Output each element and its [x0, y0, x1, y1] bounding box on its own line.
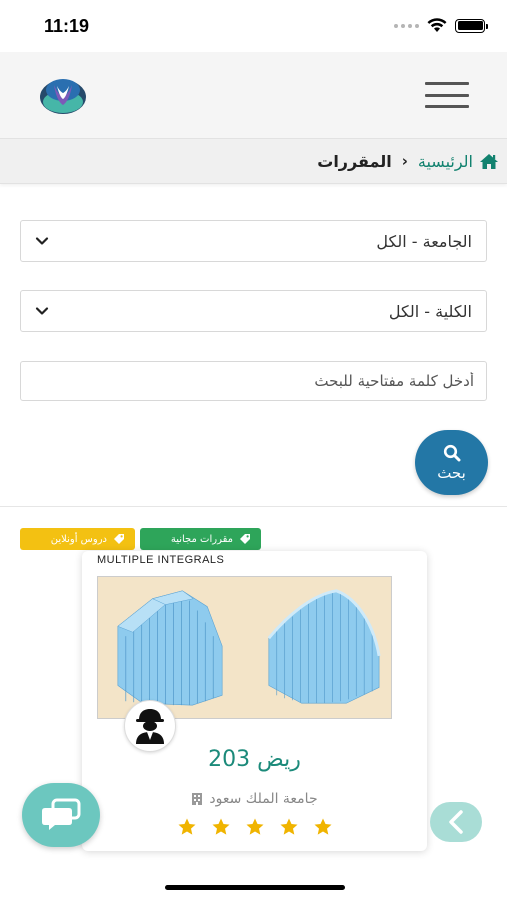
wifi-icon — [427, 18, 447, 32]
app-header — [0, 52, 507, 138]
course-image-caption: MULTIPLE INTEGRALS — [97, 554, 225, 566]
tag-icon — [114, 534, 124, 544]
breadcrumb-home[interactable]: الرئيسية — [418, 152, 499, 171]
star-icon — [178, 818, 195, 835]
chat-button[interactable] — [22, 783, 100, 847]
free-courses-tag-label: مقررات مجانية — [170, 533, 233, 545]
search-button[interactable]: بحث — [415, 430, 488, 495]
signal-icon — [394, 23, 419, 28]
carousel-prev-button[interactable] — [430, 802, 482, 842]
screen: 11:19 الرئيسية ‹ المقررات الجامعة - الكل… — [0, 0, 507, 900]
instructor-icon — [136, 709, 164, 744]
keyword-search-input[interactable] — [20, 361, 487, 401]
course-rating — [82, 817, 427, 837]
home-icon — [480, 153, 498, 169]
college-select[interactable]: الكلية - الكل — [20, 290, 487, 332]
university-select-value: الجامعة - الكل — [376, 231, 472, 251]
status-bar: 11:19 — [0, 0, 507, 52]
course-card[interactable]: MULTIPLE INTEGRALS ريض 203 جامعة الملك س… — [82, 551, 427, 851]
college-select-value: الكلية - الكل — [388, 301, 472, 321]
online-lessons-tag-label: دروس أونلاين — [50, 533, 107, 545]
home-indicator[interactable] — [165, 885, 345, 890]
battery-icon — [455, 18, 488, 33]
online-lessons-tag[interactable]: دروس أونلاين — [20, 528, 135, 550]
chevron-down-icon — [35, 237, 49, 245]
app-logo-icon — [40, 79, 86, 114]
tag-icon — [240, 534, 250, 544]
course-title: ريض 203 — [208, 747, 301, 772]
star-icon — [314, 818, 331, 835]
status-time: 11:19 — [44, 16, 90, 36]
search-icon — [443, 444, 460, 461]
star-icon — [280, 818, 297, 835]
chevron-left-icon — [449, 810, 463, 834]
hamburger-menu-icon[interactable] — [425, 82, 469, 108]
university-select[interactable]: الجامعة - الكل — [20, 220, 487, 262]
breadcrumb: الرئيسية ‹ المقررات — [0, 138, 507, 184]
course-university: جامعة الملك سعود — [82, 791, 427, 807]
free-courses-tag[interactable]: مقررات مجانية — [140, 528, 261, 550]
breadcrumb-current: المقررات — [317, 151, 392, 171]
star-icon — [212, 818, 229, 835]
building-icon — [192, 793, 203, 805]
instructor-avatar — [124, 700, 176, 752]
divider — [0, 506, 507, 507]
course-university-label: جامعة الملك سعود — [209, 791, 318, 807]
course-image — [97, 576, 392, 719]
status-icons — [394, 18, 488, 33]
breadcrumb-home-label: الرئيسية — [417, 151, 473, 171]
search-button-label: بحث — [437, 463, 466, 482]
chevron-down-icon — [35, 307, 49, 315]
chat-icon — [42, 798, 81, 830]
breadcrumb-separator-icon: ‹ — [401, 152, 408, 170]
star-icon — [246, 818, 263, 835]
